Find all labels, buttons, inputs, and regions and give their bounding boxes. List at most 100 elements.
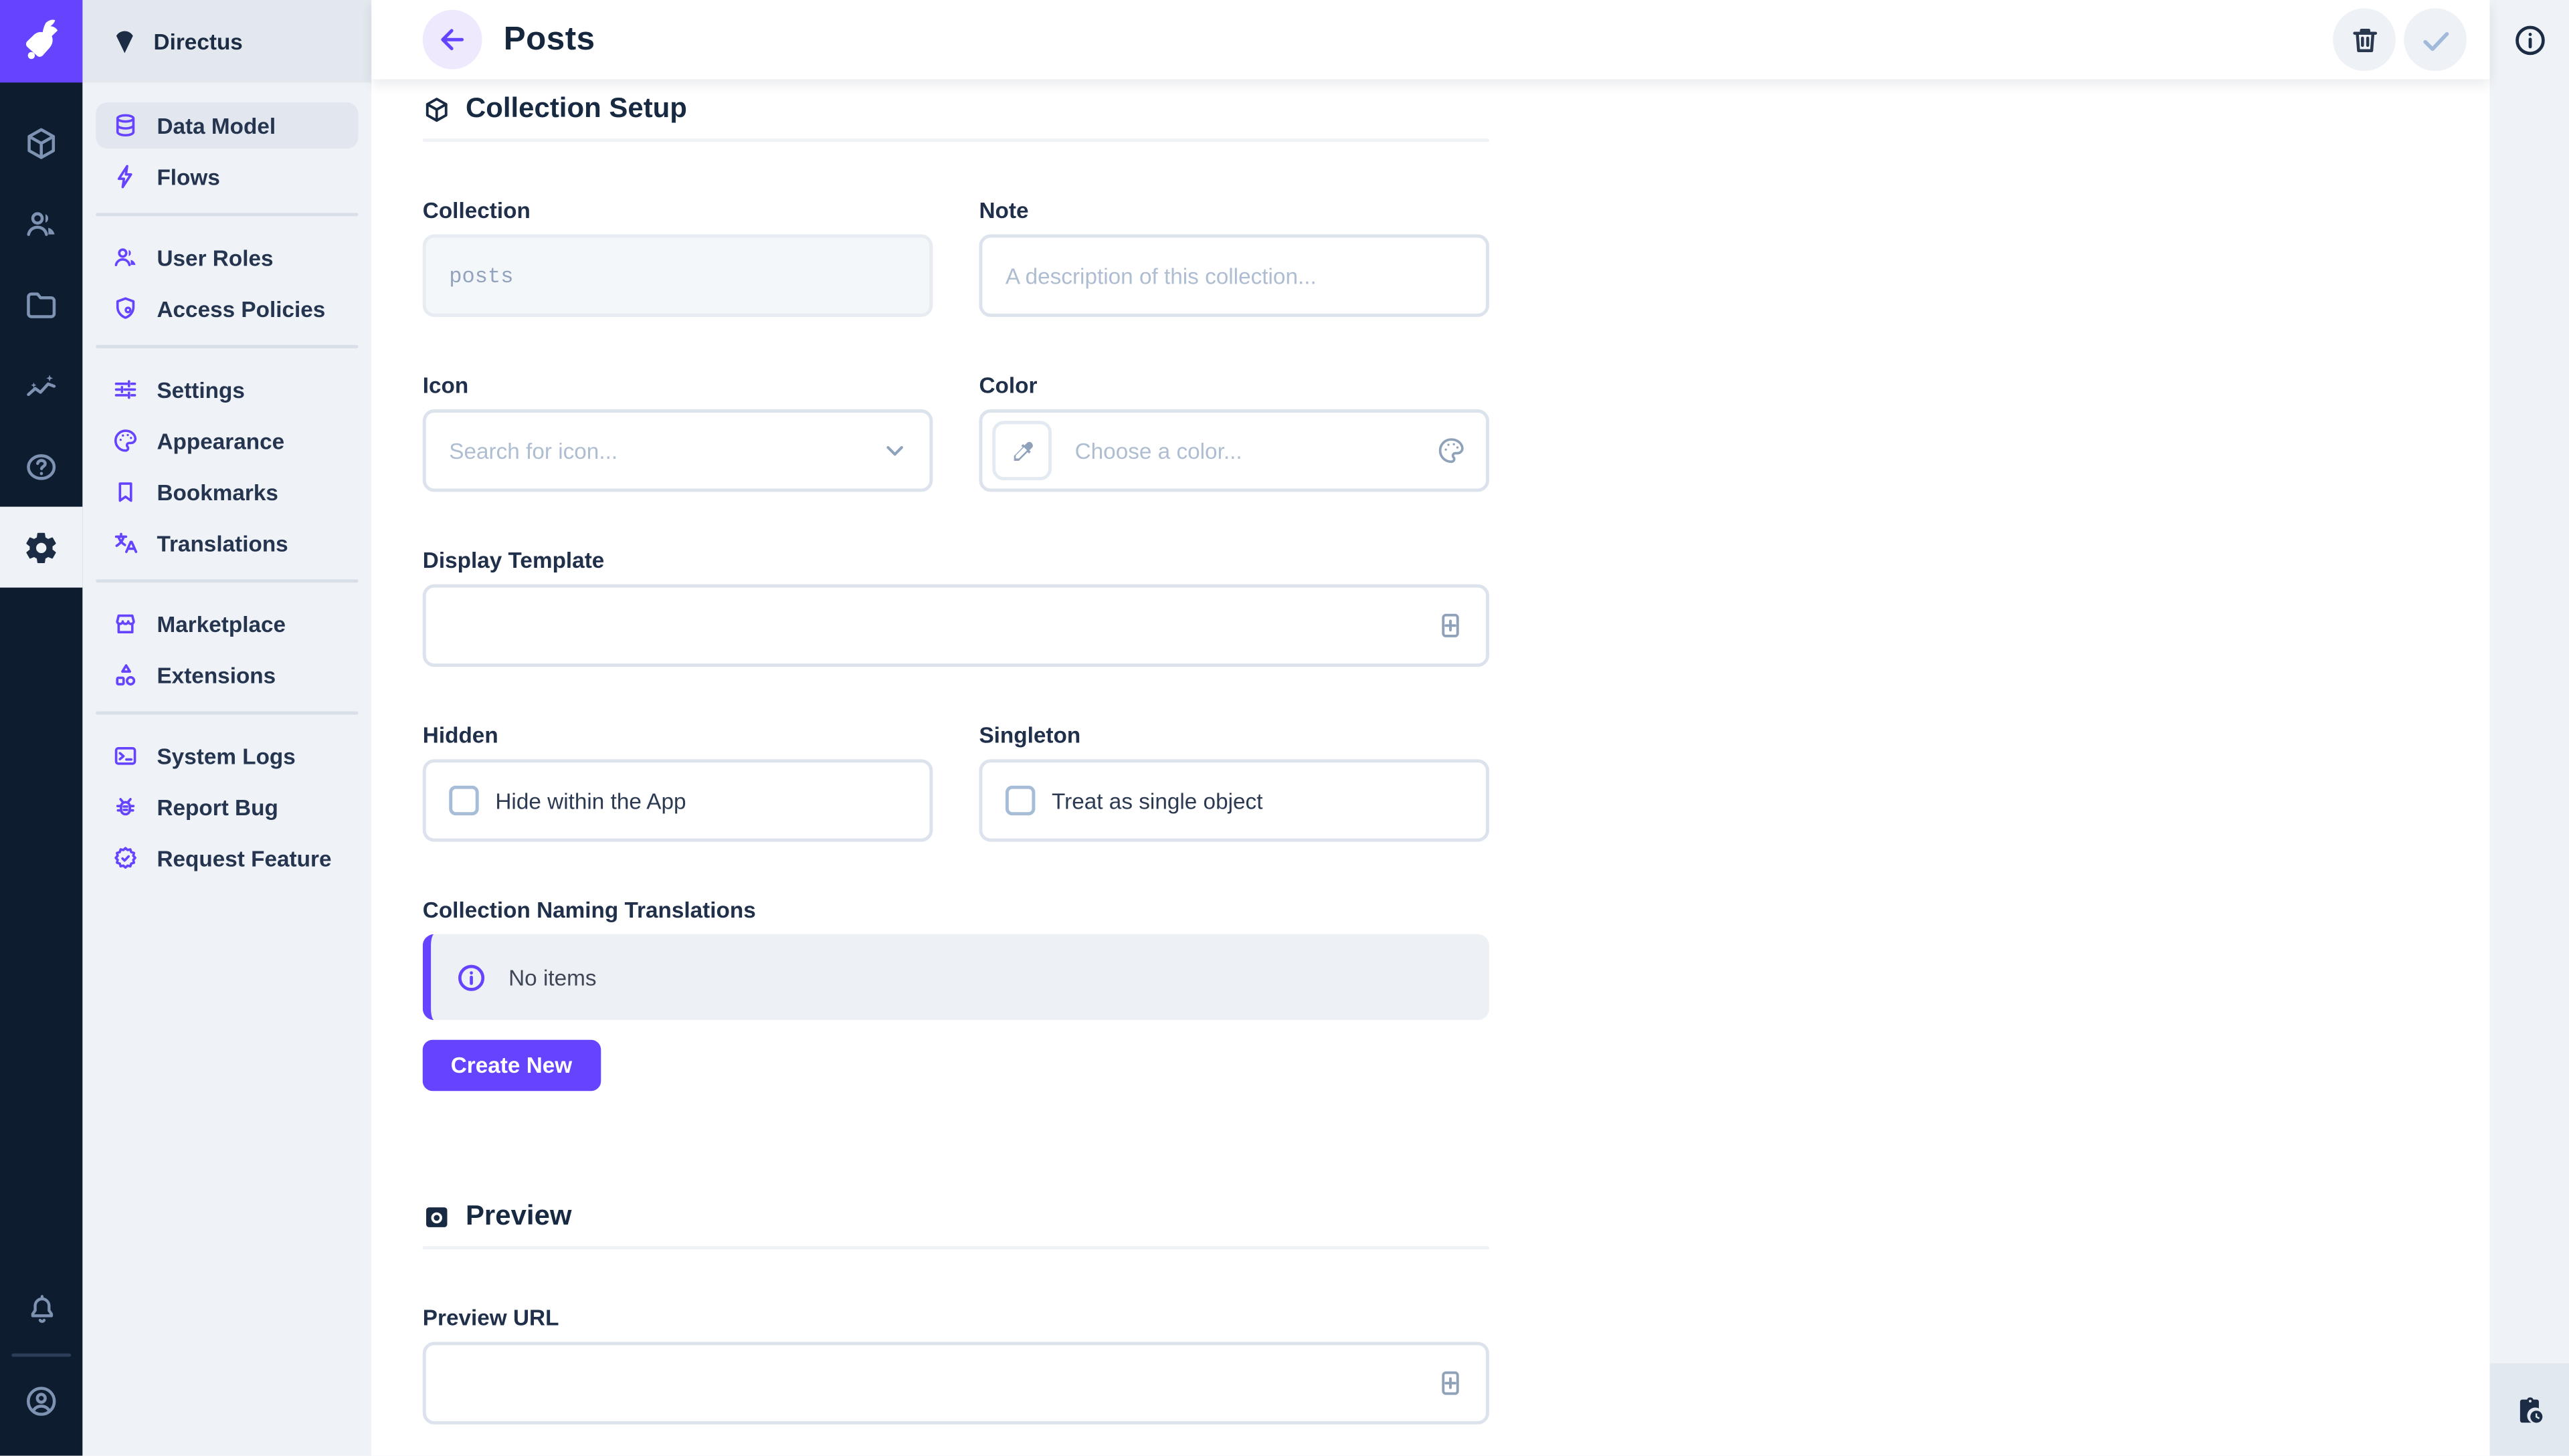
eyedropper-icon [1008,437,1036,465]
sidebar-item-request-feature[interactable]: Request Feature [96,835,358,881]
directus-logo[interactable] [0,0,82,82]
module-settings[interactable] [0,507,82,588]
sidebar-item-label: System Logs [157,744,295,768]
field-label: Collection [423,198,933,223]
module-bar [0,0,82,1456]
field-collection-naming-translations: Collection Naming Translations No items … [423,898,1489,1091]
collection-input-wrap [423,234,933,316]
project-header[interactable]: Directus [82,0,371,82]
sidebar-info-button[interactable] [2512,23,2547,58]
right-sidebar-bar [2490,0,2569,1456]
app-window: Directus Data Model [0,0,2569,1456]
page-content: Collection Setup Collection Note [371,79,2489,1455]
section-preview: Preview [423,1200,1489,1233]
info-icon [456,962,487,993]
sidebar-item-appearance[interactable]: Appearance [96,417,358,463]
sidebar-item-flows[interactable]: Flows [96,154,358,200]
field-preview-url: Preview URL [423,1306,1489,1425]
storefront-icon [112,611,138,637]
user-menu-button[interactable] [0,1366,82,1436]
settings-nav-sidebar: Directus Data Model [82,0,371,1456]
insights-icon [23,367,60,403]
eyedropper-button[interactable] [992,421,1052,480]
save-button-disabled[interactable] [2404,8,2467,71]
activity-button[interactable] [2490,1363,2569,1455]
sidebar-item-report-bug[interactable]: Report Bug [96,784,358,830]
sidebar-item-label: Marketplace [157,611,286,636]
section-divider [423,1246,1489,1249]
checkbox-label: Hide within the App [495,788,686,813]
add-field-box-icon[interactable] [1435,610,1466,641]
preview-window-icon [423,1203,451,1231]
sidebar-item-label: Access Policies [157,296,325,321]
hidden-checkbox[interactable] [449,786,478,815]
sidebar-item-label: Bookmarks [157,480,278,504]
terminal-icon [112,743,138,769]
sidebar-item-data-model[interactable]: Data Model [96,102,358,148]
sidebar-item-settings[interactable]: Settings [96,367,358,413]
project-gem-icon [110,27,138,56]
module-bar-bottom [0,1274,82,1455]
display-template-input-wrap [423,585,1489,667]
section-title: Collection Setup [466,92,687,125]
sidebar-item-label: User Roles [157,245,273,270]
module-insights[interactable] [0,345,82,426]
palette-icon[interactable] [1436,436,1466,465]
icon-search-input[interactable] [426,413,930,489]
field-display-template: Display Template [423,548,1489,667]
field-label: Color [979,373,1489,398]
section-divider [423,138,1489,142]
collection-input[interactable] [426,237,930,314]
singleton-checkbox-row[interactable]: Treat as single object [979,759,1489,841]
field-collection: Collection [423,198,933,317]
sidebar-item-translations[interactable]: Translations [96,520,358,566]
info-icon [2512,23,2547,58]
directus-rabbit-icon [17,17,66,66]
create-new-button[interactable]: Create New [423,1040,600,1091]
notifications-button[interactable] [0,1274,82,1344]
sidebar-item-system-logs[interactable]: System Logs [96,733,358,779]
sidebar-item-bookmarks[interactable]: Bookmarks [96,469,358,515]
back-button[interactable] [423,10,482,70]
sidebar-item-extensions[interactable]: Extensions [96,652,358,698]
sidebar-item-access-policies[interactable]: Access Policies [96,286,358,332]
page-header: Posts [371,0,2489,79]
sidebar-item-label: Extensions [157,663,276,688]
sidebar-item-label: Flows [157,165,219,189]
help-icon [23,448,60,484]
header-actions [2333,8,2467,71]
empty-items-text: No items [508,964,596,989]
sidebar-item-user-roles[interactable]: User Roles [96,234,358,280]
note-input[interactable] [982,237,1486,314]
field-label: Icon [423,373,933,398]
color-input[interactable] [1052,413,1486,489]
sidebar-item-label: Translations [157,530,288,555]
hidden-checkbox-row[interactable]: Hide within the App [423,759,933,841]
icon-select[interactable] [423,409,933,492]
field-label: Display Template [423,548,1489,573]
notifications-bell-icon [24,1291,59,1326]
module-content[interactable] [0,102,82,183]
bug-icon [112,794,138,820]
files-folder-icon [23,286,60,322]
field-label: Hidden [423,723,933,748]
module-files[interactable] [0,264,82,345]
module-help[interactable] [0,426,82,507]
field-label: Singleton [979,723,1489,748]
add-field-box-icon[interactable] [1435,1368,1466,1399]
bookmark-icon [112,479,138,505]
module-users[interactable] [0,183,82,264]
field-label: Collection Naming Translations [423,898,1489,923]
field-icon: Icon [423,373,933,492]
nav-list: Data Model Flows [82,82,371,881]
preview-url-input[interactable] [426,1345,1486,1421]
checkbox-label: Treat as single object [1052,788,1262,813]
delete-button[interactable] [2333,8,2396,71]
empty-items-notice: No items [423,934,1489,1020]
singleton-checkbox[interactable] [1006,786,1035,815]
content-cube-icon [23,124,60,161]
chevron-down-icon[interactable] [880,436,909,465]
sidebar-item-marketplace[interactable]: Marketplace [96,601,358,647]
display-template-input[interactable] [426,588,1486,664]
delete-trash-icon [2349,24,2380,56]
